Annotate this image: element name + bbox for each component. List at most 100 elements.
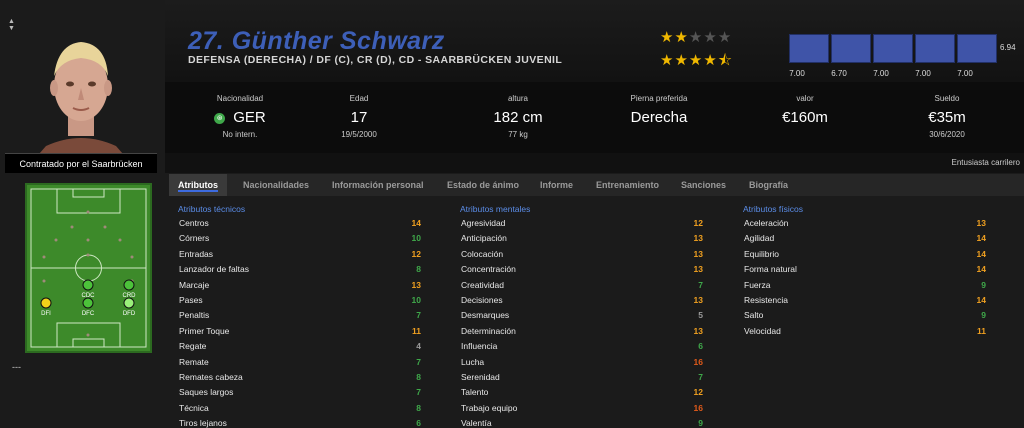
tab-atributos[interactable]: Atributos [169,174,227,196]
attribute-name: Creatividad [461,279,504,290]
attribute-name: Desmarques [461,310,510,321]
attribute-row[interactable]: Anticipación 13 [461,233,703,248]
tab-informe[interactable]: Informe [531,174,582,196]
attribute-row[interactable]: Córners 10 [179,233,421,248]
attribute-row[interactable]: Fuerza 9 [744,280,986,295]
attribute-row[interactable]: Forma natural 14 [744,264,986,279]
attribute-row[interactable]: Primer Toque 11 [179,326,421,341]
info-value: Derecha [630,109,688,126]
attribute-row[interactable]: Centros 14 [179,218,421,233]
attribute-row[interactable]: Serenidad 7 [461,372,703,387]
position-marker-dfc [82,297,94,309]
attribute-row[interactable]: Velocidad 11 [744,326,986,341]
attribute-row[interactable]: Lucha 16 [461,357,703,372]
rating-value: 6.70 [831,69,847,78]
attribute-name: Entradas [179,248,214,259]
position-label-dfd: DFD [122,311,136,317]
attribute-row[interactable]: Influencia 6 [461,341,703,356]
attribute-row[interactable]: Valentía 9 [461,418,703,428]
attribute-row[interactable]: Entradas 12 [179,249,421,264]
attribute-row[interactable]: Desmarques 5 [461,310,703,325]
tab-entrenamiento[interactable]: Entrenamiento [587,174,668,196]
attribute-name: Regate [179,341,207,352]
attribute-row[interactable]: Pases 10 [179,295,421,310]
rating-bar [831,34,871,63]
tab-label: Atributos [178,180,218,192]
attribute-row[interactable]: Remates cabeza 8 [179,372,421,387]
tab-label: Información personal [332,180,424,190]
attribute-name: Fuerza [744,279,771,290]
info-value: 182 cm [493,109,543,126]
tab-estado-de-animo[interactable]: Estado de ánimo [438,174,528,196]
attribute-row[interactable]: Saques largos 7 [179,387,421,402]
attribute-name: Agilidad [744,233,775,244]
player-name: 27. Günther Schwarz [188,27,445,55]
attribute-row[interactable]: Resistencia 14 [744,295,986,310]
attribute-value: 6 [416,418,421,428]
attribute-value: 7 [416,387,421,398]
attribute-row[interactable]: Trabajo equipo 16 [461,403,703,418]
attribute-name: Remate [179,356,209,367]
info-band: Nacionalidad ⊛ GER No intern. Edad 17 19/… [165,82,1024,153]
attribute-value: 6 [698,341,703,352]
star-icon: ★ [674,52,689,69]
attribute-value: 13 [693,233,703,244]
info-label: Edad [349,94,369,103]
mental-attributes-title: Atributos mentales [460,204,531,214]
attribute-value: 14 [976,295,986,305]
attribute-row[interactable]: Concentración 13 [461,264,703,279]
star-icon: ★ [703,52,718,69]
attribute-row[interactable]: Colocación 13 [461,249,703,264]
attribute-value: 5 [698,310,703,321]
attribute-row[interactable]: Lanzador de faltas 8 [179,264,421,279]
rating-bar [873,34,913,63]
attribute-row[interactable]: Tiros lejanos 6 [179,418,421,428]
info-label: altura [507,94,528,103]
attribute-name: Marcaje [179,279,210,290]
attribute-value: 13 [976,218,986,228]
tab-label: Biografía [749,180,789,190]
attribute-row[interactable]: Aceleración 13 [744,218,986,233]
attribute-row[interactable]: Marcaje 13 [179,280,421,295]
star-icon: ★ [660,52,675,69]
tab-sanciones[interactable]: Sanciones [672,174,735,196]
attribute-row[interactable]: Técnica 8 [179,403,421,418]
attribute-name: Córners [179,233,210,244]
attribute-value: 14 [976,233,986,244]
tab-label: Informe [540,180,574,190]
attribute-row[interactable]: Remate 7 [179,357,421,372]
attribute-row[interactable]: Equilibrio 14 [744,249,986,264]
nationality-icon[interactable]: ⊛ [214,113,226,124]
tab-nacionalidades[interactable]: Nacionalidades [234,174,318,196]
attribute-value: 7 [416,310,421,321]
attribute-row[interactable]: Regate 4 [179,341,421,356]
scroll-arrows-icon[interactable]: ▲ ▼ [8,18,15,32]
attribute-name: Forma natural [744,264,797,275]
dashes-text: --- [12,362,21,372]
attribute-row[interactable]: Talento 12 [461,387,703,402]
tab-biografia[interactable]: Biografía [740,174,797,196]
attribute-value: 14 [976,264,986,275]
attribute-value: 8 [416,264,421,275]
attribute-row[interactable]: Creatividad 7 [461,280,703,295]
star-icon: ★ [688,29,704,46]
star-icon: ★ [703,29,718,46]
attribute-value: 11 [412,325,421,336]
attribute-value: 7 [698,372,703,382]
rating-bar [957,34,997,63]
attribute-row[interactable]: Agilidad 14 [744,233,986,248]
attribute-name: Lanzador de faltas [179,264,249,275]
info-value-amount: €160m [782,109,828,126]
info-label: Pierna preferida [630,94,688,103]
attribute-row[interactable]: Penaltis 7 [179,310,421,325]
attribute-row[interactable]: Determinación 13 [461,326,703,341]
attribute-name: Saques largos [179,387,234,398]
tab-informacion-personal[interactable]: Información personal [323,174,433,196]
info-label: valor [796,94,814,103]
attribute-name: Salto [744,310,764,321]
star-icon: ★ [717,29,733,46]
attribute-name: Trabajo equipo [461,402,518,413]
attribute-row[interactable]: Agresividad 12 [461,218,703,233]
attribute-row[interactable]: Decisiones 13 [461,295,703,310]
attribute-row[interactable]: Salto 9 [744,310,986,325]
